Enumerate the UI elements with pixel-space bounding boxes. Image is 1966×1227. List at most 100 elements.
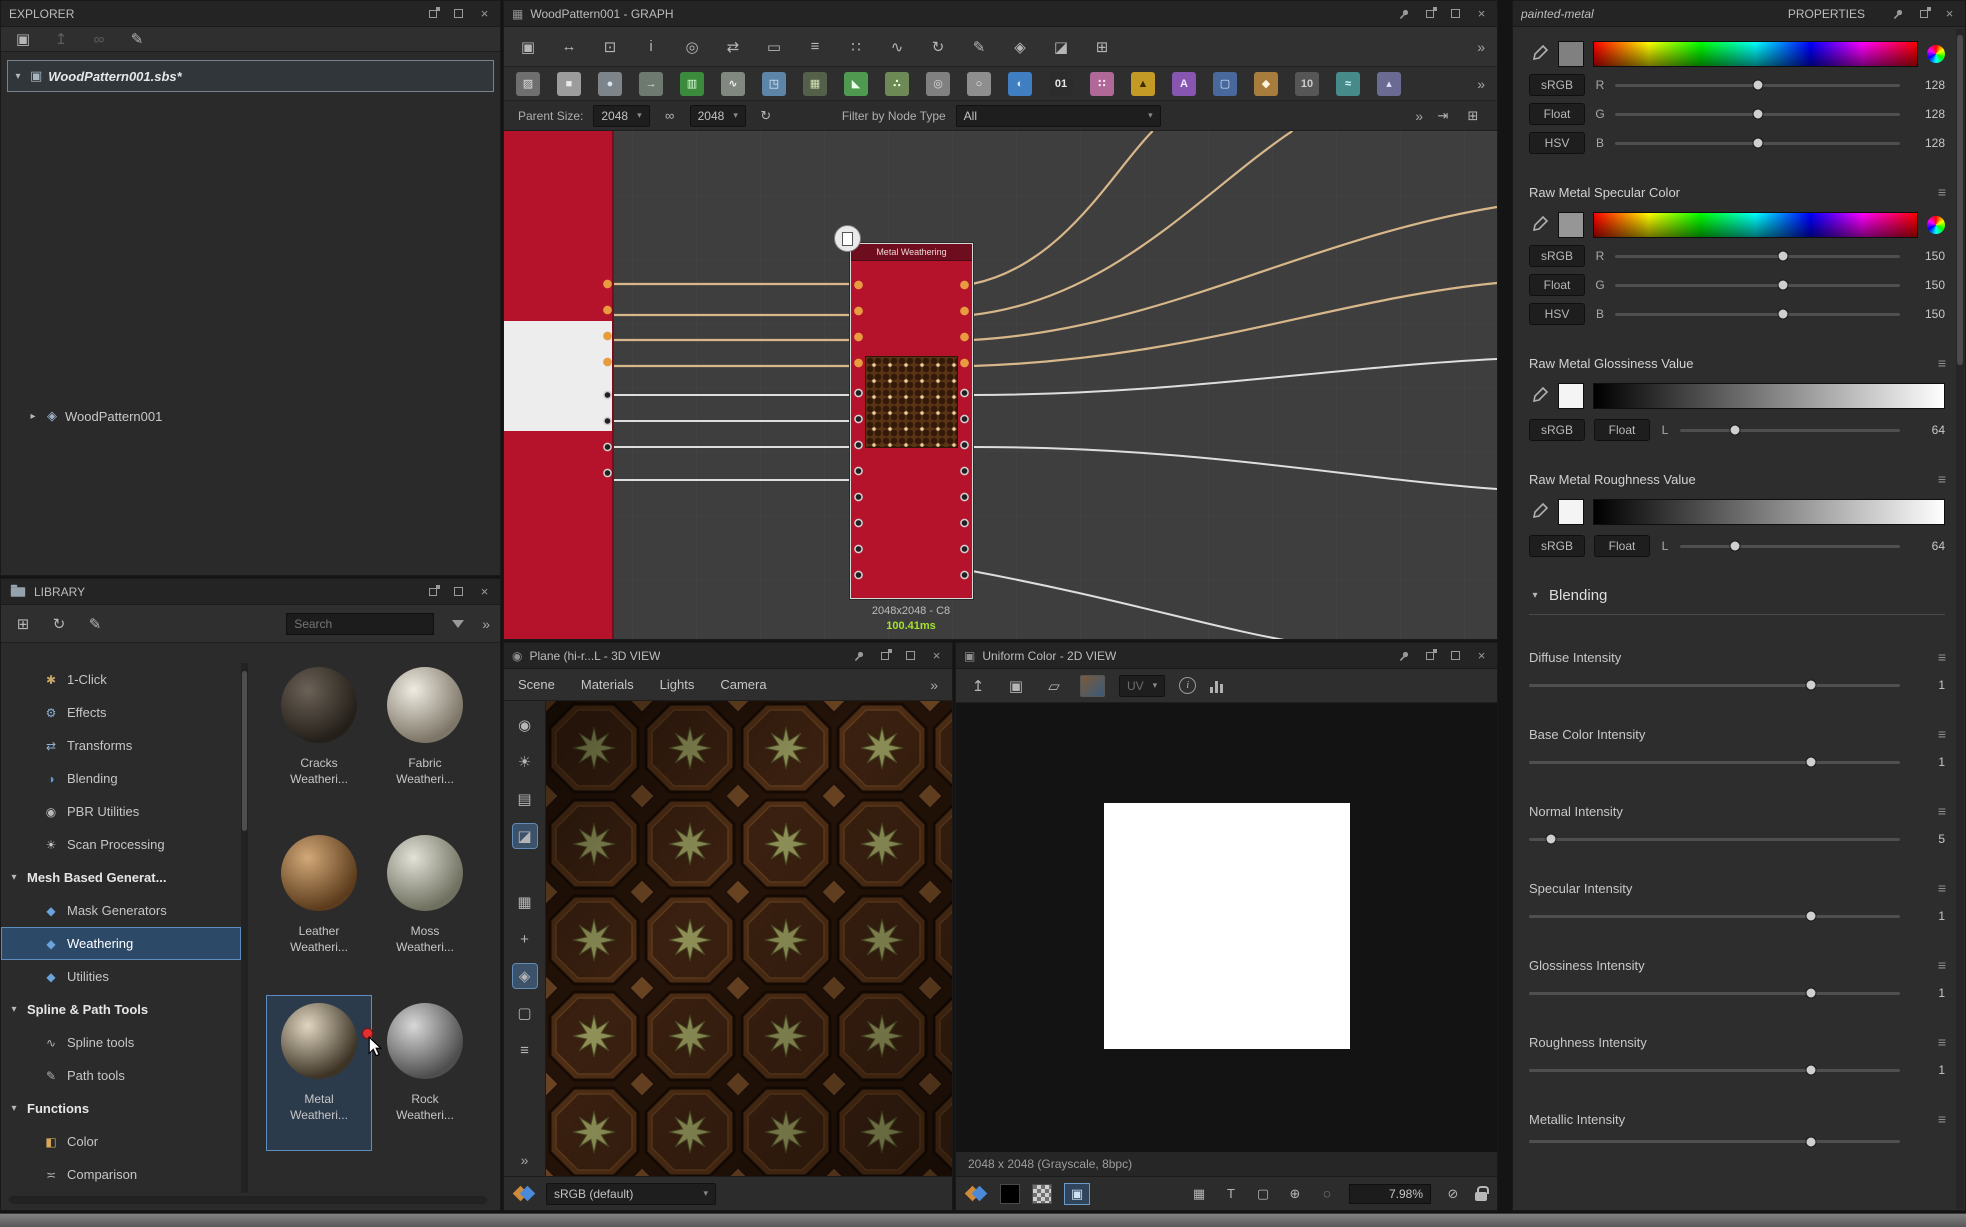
bitmap-node-icon[interactable]: ▨ bbox=[516, 72, 540, 96]
library-category[interactable]: ▾ Mesh Based Generat... bbox=[1, 861, 241, 894]
curve-node-icon[interactable]: ∿ bbox=[721, 72, 745, 96]
menu-icon[interactable]: ≡ bbox=[1938, 803, 1945, 819]
slider-handle[interactable] bbox=[1752, 138, 1763, 149]
bake-icon[interactable]: ◪ bbox=[1049, 35, 1073, 59]
parameter-slider[interactable] bbox=[1529, 1140, 1900, 1143]
menu-icon[interactable]: ≡ bbox=[1938, 726, 1945, 742]
color-gradient-bar[interactable] bbox=[1593, 41, 1918, 67]
library-asset[interactable]: Leather Weatheri... bbox=[266, 827, 372, 983]
menu-item[interactable]: Scene bbox=[518, 677, 555, 692]
float-icon[interactable] bbox=[1422, 6, 1437, 21]
normal-node-icon[interactable]: ◣ bbox=[844, 72, 868, 96]
library-category[interactable]: ▾ Spline & Path Tools bbox=[1, 993, 241, 1026]
menu-item[interactable]: Lights bbox=[660, 677, 695, 692]
slider-handle[interactable] bbox=[1752, 109, 1763, 120]
channel-slider[interactable] bbox=[1615, 284, 1900, 287]
color-gradient-bar[interactable] bbox=[1593, 212, 1918, 238]
pin-icon[interactable] bbox=[1890, 6, 1905, 21]
grayscale-swatch[interactable] bbox=[1558, 383, 1584, 409]
close-icon[interactable]: × bbox=[477, 6, 492, 21]
layers-icon[interactable]: ≡ bbox=[513, 1038, 537, 1062]
edit-tool-icon[interactable]: ✎ bbox=[967, 35, 991, 59]
library-asset[interactable]: Cracks Weatheri... bbox=[266, 659, 372, 815]
channel-slider[interactable] bbox=[1615, 142, 1900, 145]
caret-down-icon[interactable]: ▾ bbox=[9, 1103, 19, 1114]
metal-weathering-node[interactable]: Metal Weathering bbox=[850, 243, 973, 599]
overflow-icon[interactable]: » bbox=[1415, 108, 1423, 124]
link-size-icon[interactable]: ∞ bbox=[660, 104, 680, 128]
menu-icon[interactable]: ≡ bbox=[1938, 1034, 1945, 1050]
splatter-node-icon[interactable]: ∴ bbox=[885, 72, 909, 96]
uv-display-icon[interactable]: ▦ bbox=[513, 890, 537, 914]
search-input[interactable] bbox=[294, 617, 426, 631]
colorspace-select[interactable]: sRGB (default)▾ bbox=[546, 1183, 716, 1205]
overflow-icon[interactable]: » bbox=[482, 616, 490, 632]
color-mode-button[interactable]: HSV bbox=[1529, 303, 1585, 325]
output-ports[interactable] bbox=[601, 382, 614, 486]
parameter-slider[interactable] bbox=[1529, 684, 1900, 687]
close-icon[interactable]: × bbox=[477, 584, 492, 599]
library-asset[interactable]: Moss Weatheri... bbox=[372, 827, 478, 983]
info-icon[interactable]: i bbox=[1179, 677, 1196, 694]
grayscale-swatch[interactable] bbox=[1558, 499, 1584, 525]
color-swatch[interactable] bbox=[1558, 212, 1584, 238]
parameter-slider[interactable] bbox=[1529, 915, 1900, 918]
channel-slider[interactable] bbox=[1615, 313, 1900, 316]
pan-view-icon[interactable]: ↔ bbox=[557, 35, 581, 59]
maximize-icon[interactable] bbox=[1448, 6, 1463, 21]
eyedropper-icon[interactable] bbox=[1529, 386, 1549, 406]
copy-image-icon[interactable]: ▱ bbox=[1042, 674, 1066, 698]
display-settings-icon[interactable]: ▤ bbox=[513, 787, 537, 811]
float-icon[interactable] bbox=[877, 648, 892, 663]
uniform-color-node-icon[interactable]: ■ bbox=[557, 72, 581, 96]
grid-layout-icon[interactable]: ⊞ bbox=[1090, 35, 1114, 59]
menu-icon[interactable]: ≡ bbox=[1938, 880, 1945, 896]
parameter-slider[interactable] bbox=[1529, 761, 1900, 764]
color-swatch[interactable] bbox=[1558, 41, 1584, 67]
library-category[interactable]: ☀ Scan Processing bbox=[1, 828, 241, 861]
caret-down-icon[interactable]: ▾ bbox=[9, 1004, 19, 1015]
library-category[interactable]: ⇄ Transforms bbox=[1, 729, 241, 762]
blur-node-icon[interactable]: ● bbox=[598, 72, 622, 96]
color-mode-button[interactable]: sRGB bbox=[1529, 419, 1585, 441]
caret-icon[interactable]: ▸ bbox=[27, 411, 39, 422]
spline-mode-icon[interactable]: ∿ bbox=[885, 35, 909, 59]
eyedropper-icon[interactable] bbox=[1529, 215, 1549, 235]
overflow-icon[interactable]: » bbox=[930, 677, 938, 693]
export-image-icon[interactable]: ↥ bbox=[966, 674, 990, 698]
color-mode-button[interactable]: Float bbox=[1594, 419, 1650, 441]
background-color-swatch[interactable] bbox=[1000, 1184, 1020, 1204]
slider-handle[interactable] bbox=[1805, 680, 1816, 691]
library-category[interactable]: ≍ Comparison bbox=[1, 1158, 241, 1191]
overflow-icon[interactable]: » bbox=[1477, 39, 1485, 55]
slider-handle[interactable] bbox=[1805, 988, 1816, 999]
text-overlay-icon[interactable]: T bbox=[1221, 1182, 1241, 1206]
color-mode-button[interactable]: sRGB bbox=[1529, 245, 1585, 267]
output-ports[interactable] bbox=[601, 271, 614, 375]
library-asset[interactable]: Rock Weatheri... bbox=[372, 995, 478, 1151]
parameter-slider[interactable] bbox=[1529, 992, 1900, 995]
opacity-node-icon[interactable]: ◎ bbox=[926, 72, 950, 96]
graph-canvas[interactable]: Metal Weathering 2048x2048 - C8 100.41ms bbox=[504, 131, 1497, 639]
menu-icon[interactable]: ≡ bbox=[1938, 957, 1945, 973]
alpha-checker-swatch[interactable] bbox=[1032, 1184, 1052, 1204]
histogram-icon[interactable] bbox=[1210, 679, 1223, 693]
float-icon[interactable] bbox=[425, 584, 440, 599]
output-size-select[interactable]: 2048▾ bbox=[690, 105, 746, 127]
eyedropper-icon[interactable] bbox=[1529, 502, 1549, 522]
pin-icon[interactable] bbox=[1396, 648, 1411, 663]
text-node-icon[interactable]: A bbox=[1172, 72, 1196, 96]
slider-handle[interactable] bbox=[1805, 1136, 1816, 1147]
library-category[interactable]: ◆ Mask Generators bbox=[1, 894, 241, 927]
reset-size-icon[interactable]: ↻ bbox=[756, 104, 776, 128]
library-category[interactable]: ◆ Utilities bbox=[1, 960, 241, 993]
pyramid-node-icon[interactable]: ▲ bbox=[1131, 72, 1155, 96]
tile-sampler-node-icon[interactable]: ▦ bbox=[803, 72, 827, 96]
properties-scrollbar[interactable] bbox=[1956, 29, 1964, 1209]
pin-icon[interactable] bbox=[1396, 6, 1411, 21]
library-category[interactable]: ◑ Blending bbox=[1, 762, 241, 795]
center-view-icon[interactable]: ⊕ bbox=[1285, 1182, 1305, 1206]
output-ports[interactable] bbox=[958, 380, 971, 588]
gradient-node-icon[interactable]: ▥ bbox=[680, 72, 704, 96]
library-category[interactable]: ✱ 1-Click bbox=[1, 663, 241, 696]
